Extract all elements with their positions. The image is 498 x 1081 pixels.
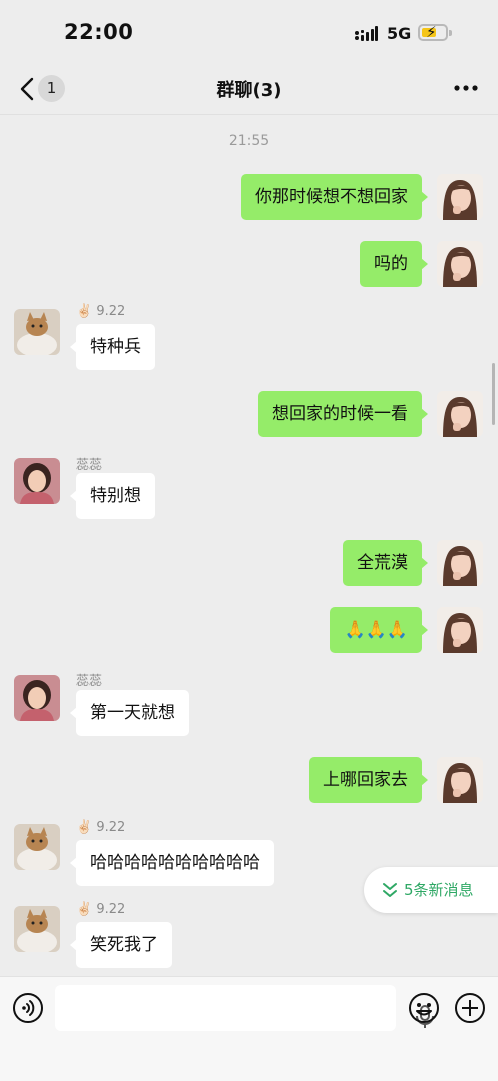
- sender-name: ✌🏻 9.22: [76, 820, 126, 835]
- chat-bubble-incoming[interactable]: 笑死我了: [70, 922, 172, 968]
- scrollbar-thumb[interactable]: [492, 363, 495, 425]
- input-bar: [0, 976, 498, 1081]
- contact-avatar-girl[interactable]: [14, 675, 60, 721]
- message-input[interactable]: [55, 985, 434, 1031]
- status-bar: 22:00 5G ⚡: [0, 0, 498, 66]
- my-avatar[interactable]: [437, 174, 483, 220]
- contact-avatar-girl[interactable]: [14, 458, 60, 504]
- new-messages-label: 5条新消息: [404, 881, 474, 899]
- contact-avatar-cat[interactable]: [14, 824, 60, 870]
- chat-bubble-outgoing[interactable]: 上哪回家去: [309, 757, 428, 803]
- chat-header: 群聊(3) 1: [0, 66, 498, 114]
- double-chevron-down-icon: [383, 883, 397, 897]
- sender-name: 蕊蕊: [76, 458, 103, 473]
- my-avatar[interactable]: [437, 757, 483, 803]
- chat-bubble-incoming[interactable]: 第一天就想: [70, 690, 189, 736]
- chat-bubble-outgoing[interactable]: 吗的: [360, 241, 428, 287]
- chat-bubble-outgoing[interactable]: 想回家的时候一看: [258, 391, 428, 437]
- chat-bubble-outgoing[interactable]: 你那时候想不想回家: [241, 174, 428, 220]
- contact-avatar-cat[interactable]: [14, 309, 60, 355]
- new-messages-button[interactable]: 5条新消息: [364, 867, 498, 913]
- my-avatar[interactable]: [437, 391, 483, 437]
- chat-title: 群聊(3): [216, 80, 282, 101]
- chat-bubble-outgoing[interactable]: 全荒漠: [343, 540, 428, 586]
- status-time: 22:00: [64, 20, 134, 44]
- plus-icon[interactable]: [454, 992, 486, 1024]
- my-avatar[interactable]: [437, 241, 483, 287]
- signal-icon: [355, 26, 378, 41]
- sender-name: ✌🏻 9.22: [76, 304, 126, 319]
- my-avatar[interactable]: [437, 607, 483, 653]
- sender-name: ✌🏻 9.22: [76, 902, 126, 917]
- more-dots-icon[interactable]: [454, 82, 478, 94]
- unread-badge[interactable]: 1: [38, 75, 65, 102]
- battery-icon: ⚡: [418, 23, 448, 41]
- emoji-icon[interactable]: [408, 992, 440, 1024]
- chat-bubble-incoming[interactable]: 哈哈哈哈哈哈哈哈哈哈: [70, 840, 274, 886]
- battery-tip: [449, 30, 452, 36]
- header-divider: [0, 114, 498, 115]
- chat-bubble-incoming[interactable]: 特别想: [70, 473, 155, 519]
- chevron-left-icon[interactable]: [18, 76, 40, 102]
- my-avatar[interactable]: [437, 540, 483, 586]
- sender-name: 蕊蕊: [76, 674, 103, 689]
- chat-bubble-incoming[interactable]: 特种兵: [70, 324, 155, 370]
- voice-icon[interactable]: [12, 992, 44, 1024]
- message-timestamp: 21:55: [228, 133, 270, 149]
- contact-avatar-cat[interactable]: [14, 906, 60, 952]
- network-type: 5G: [387, 24, 412, 43]
- chat-bubble-outgoing[interactable]: 🙏🙏🙏: [330, 607, 428, 653]
